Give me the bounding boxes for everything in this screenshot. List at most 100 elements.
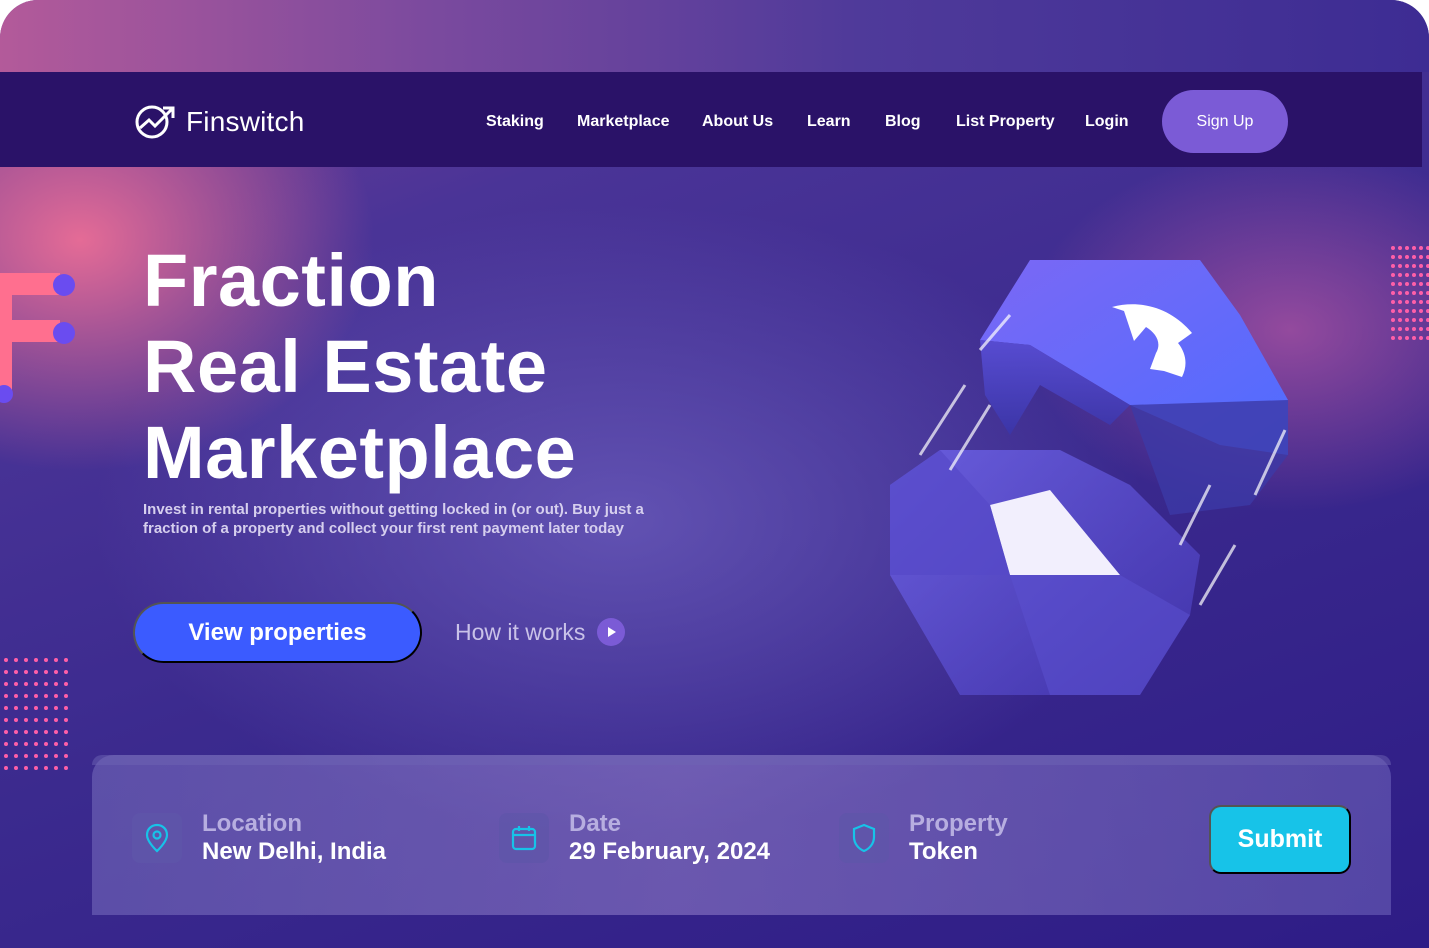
decorative-dot: [1405, 300, 1409, 304]
decorative-dot: [1398, 291, 1402, 295]
decorative-dot: [34, 682, 38, 686]
decorative-dot: [24, 706, 28, 710]
decorative-dot: [14, 694, 18, 698]
decorative-dot: [44, 682, 48, 686]
decorative-dot: [1391, 255, 1395, 259]
decorative-dot: [1391, 264, 1395, 268]
decorative-dot: [1405, 264, 1409, 268]
decorative-dot: [64, 694, 68, 698]
signup-button[interactable]: Sign Up: [1162, 90, 1288, 153]
decorative-dot: [24, 754, 28, 758]
decorative-dot: [1419, 309, 1423, 313]
decorative-dot: [44, 754, 48, 758]
decorative-dot: [1391, 327, 1395, 331]
decorative-dot: [1391, 318, 1395, 322]
location-field[interactable]: Location New Delhi, India: [132, 810, 386, 866]
decorative-dot: [54, 682, 58, 686]
decorative-dot: [34, 670, 38, 674]
decorative-dot: [54, 706, 58, 710]
decorative-dot: [1412, 282, 1416, 286]
decorative-dot: [1391, 300, 1395, 304]
nav-item-marketplace[interactable]: Marketplace: [577, 112, 670, 132]
decorative-dot: [54, 670, 58, 674]
decorative-dot: [54, 742, 58, 746]
hero-title-line: Fraction: [143, 239, 439, 322]
decorative-dot: [24, 742, 28, 746]
decorative-dot: [44, 694, 48, 698]
date-label: Date: [569, 810, 622, 837]
decorative-dot: [1412, 318, 1416, 322]
decorative-dot: [64, 706, 68, 710]
hero-title-line: Marketplace: [143, 411, 577, 494]
hero-title-line: Real Estate: [143, 325, 548, 408]
decorative-dot: [1398, 336, 1402, 340]
hero-subtitle: Invest in rental properties without gett…: [143, 501, 644, 537]
decorative-dot: [54, 694, 58, 698]
decorative-dot: [1405, 318, 1409, 322]
decorative-dot: [14, 682, 18, 686]
decorative-dot: [44, 766, 48, 770]
decorative-dot: [44, 742, 48, 746]
nav-item-list-property[interactable]: List Property: [956, 112, 1055, 132]
hero-title: Fraction Real Estate Marketplace: [143, 238, 576, 496]
decorative-dot: [34, 706, 38, 710]
property-field[interactable]: Property Token: [839, 810, 1008, 866]
decorative-dot: [1398, 255, 1402, 259]
decorative-dot: [4, 694, 8, 698]
decorative-dot: [64, 658, 68, 662]
nav-item-about-us[interactable]: About Us: [702, 112, 773, 132]
decorative-dot: [34, 754, 38, 758]
decorative-dot: [64, 730, 68, 734]
play-icon: [597, 618, 626, 646]
decorative-dot: [64, 670, 68, 674]
nav-item-staking[interactable]: Staking: [486, 112, 544, 132]
decorative-dot: [1419, 291, 1423, 295]
date-value: 29 February, 2024: [569, 838, 771, 865]
decorative-dot: [1398, 246, 1402, 250]
location-value: New Delhi, India: [202, 838, 387, 865]
location-label: Location: [202, 810, 302, 837]
decorative-dot: [1412, 336, 1416, 340]
decorative-dot: [4, 718, 8, 722]
decorative-dot: [1398, 300, 1402, 304]
decorative-dot: [1391, 282, 1395, 286]
decorative-dot: [1398, 318, 1402, 322]
decorative-dot: [34, 730, 38, 734]
decorative-dot: [14, 742, 18, 746]
nav-item-blog[interactable]: Blog: [885, 112, 921, 132]
decorative-dot: [54, 658, 58, 662]
decorative-dot: [1391, 246, 1395, 250]
shield-icon: [839, 813, 889, 863]
decorative-dot: [44, 730, 48, 734]
decorative-dot: [1398, 282, 1402, 286]
decorative-dot: [1398, 264, 1402, 268]
decorative-dot: [14, 718, 18, 722]
decorative-dot: [34, 742, 38, 746]
how-it-works-label: How it works: [455, 618, 586, 645]
decorative-dot: [1412, 246, 1416, 250]
decorative-dot: [1419, 300, 1423, 304]
decorative-dot: [14, 658, 18, 662]
decorative-dot: [24, 766, 28, 770]
decorative-dot: [1391, 309, 1395, 313]
decorative-dot-grid-left: [4, 658, 68, 770]
decorative-dot: [1398, 309, 1402, 313]
property-value: Token: [909, 838, 978, 865]
decorative-dot: [14, 730, 18, 734]
view-properties-button[interactable]: View properties: [133, 602, 422, 663]
decorative-dot: [34, 694, 38, 698]
how-it-works-link[interactable]: How it works: [455, 618, 626, 646]
nav-item-login[interactable]: Login: [1085, 112, 1129, 132]
decorative-dot: [1405, 282, 1409, 286]
decorative-dot: [1412, 327, 1416, 331]
decorative-dot: [24, 730, 28, 734]
decorative-dot: [64, 718, 68, 722]
submit-button[interactable]: Submit: [1209, 805, 1351, 874]
decorative-dot: [64, 682, 68, 686]
hero-cube-illustration: [890, 260, 1288, 695]
decorative-dot: [1405, 327, 1409, 331]
decorative-dot: [14, 670, 18, 674]
decorative-dot: [1412, 273, 1416, 277]
date-field[interactable]: Date 29 February, 2024: [499, 810, 770, 866]
nav-item-learn[interactable]: Learn: [807, 112, 851, 132]
